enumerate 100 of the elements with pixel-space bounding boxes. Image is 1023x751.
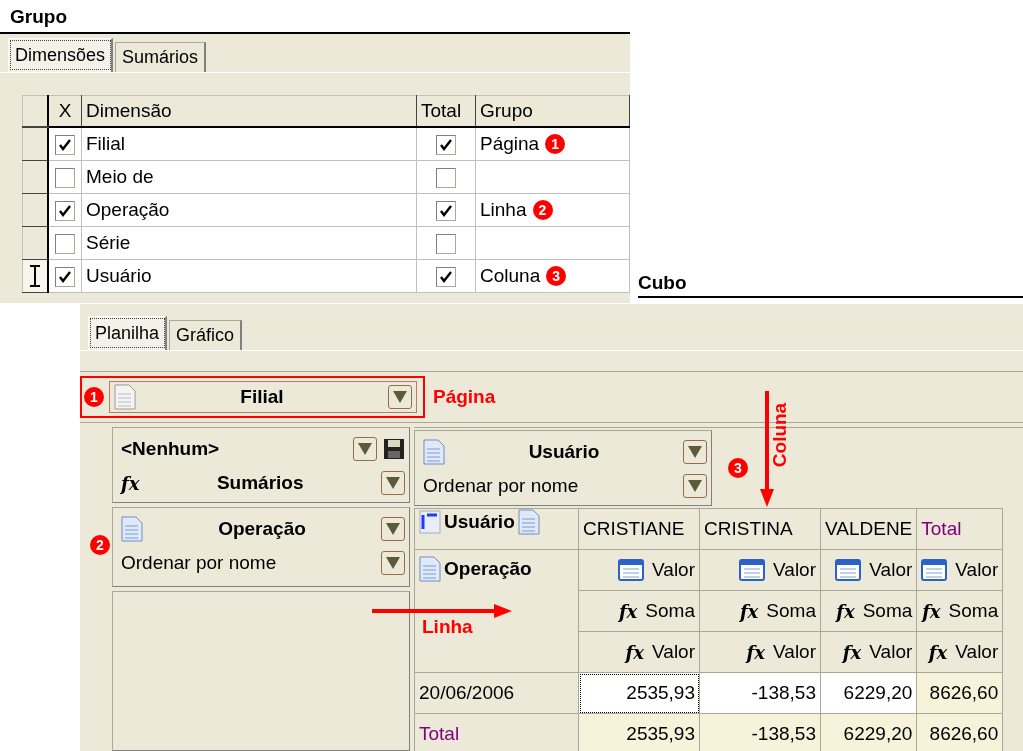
checkbox[interactable] [55,234,75,254]
caret-icon [358,443,372,455]
dropdown-button[interactable] [683,440,707,464]
checkbox[interactable] [55,267,75,287]
function-symbol: fx [922,600,941,622]
field-label: Operação [217,518,307,540]
number-badge: 1 [545,134,566,154]
table-cell: Linha [480,199,527,221]
corner-label: Usuário [444,511,515,533]
dropdown-button[interactable] [388,385,412,409]
function-symbol: fx [746,641,766,663]
column-field[interactable]: Usuário Ordenar por nome [414,430,712,506]
dropdown-button[interactable] [381,517,405,541]
table-cell: Operação [86,199,170,220]
table-cell[interactable]: -138,53 [699,672,821,714]
checkbox[interactable] [436,267,456,287]
summary-value: <Nenhum> [121,438,220,460]
row-selector[interactable] [22,160,48,194]
function-symbol: fx [836,600,855,622]
row-header: Total [419,723,460,744]
function-symbol: fx [842,641,862,663]
table-cell: Usuário [86,265,152,286]
field-label: Filial [239,386,285,408]
tab[interactable]: Sumários [115,42,207,72]
document-icon [114,384,136,410]
number-badge: 3 [728,458,748,478]
table-cell: Meio de [86,166,154,187]
measure-label: Valor [652,559,695,581]
column-header: CRISTINA [704,518,794,540]
table-cell[interactable]: 2535,93 [578,713,700,751]
field-label: Sumários [215,472,305,494]
function-symbol: fx [121,472,140,494]
row-selector[interactable] [22,193,48,227]
measure-label: Soma [948,600,999,622]
document-icon [121,516,143,542]
checkbox[interactable] [55,201,75,221]
checkbox[interactable] [436,201,456,221]
annotation-label: Coluna [769,402,792,468]
dropdown-button[interactable] [381,471,405,495]
document-icon [419,556,441,582]
row-field[interactable]: Operação Ordenar por nome [112,507,410,587]
measure-label: Soma [645,600,695,622]
checkbox[interactable] [436,168,456,188]
tab[interactable]: Gráfico [169,320,243,350]
measure-label: Valor [955,641,999,663]
column-header: X [58,100,72,121]
dropdown-button[interactable] [381,551,405,575]
caret-icon [393,391,407,403]
caret-icon [386,523,400,535]
arrow-icon [372,604,512,618]
table-cell[interactable]: 2535,93 [578,672,700,714]
arrow-icon [760,391,774,507]
checkbox[interactable] [436,135,456,155]
row-selector[interactable] [22,259,48,293]
document-icon [423,439,445,465]
table-cell: Filial [86,133,126,154]
table-icon [739,559,766,581]
measure-label: Valor [869,641,913,663]
caret-icon [386,557,400,569]
sort-label: Ordenar por nome [121,552,278,574]
tab[interactable]: Dimensões [8,38,114,72]
table-cell[interactable]: 6229,20 [820,713,917,751]
measure-label: Valor [773,559,816,581]
table-cell[interactable]: 8626,60 [916,713,1003,751]
caret-icon [688,446,702,458]
table-cell: Coluna [480,265,541,287]
annotation-label: Página [433,386,496,408]
measure-label: Soma [766,600,816,622]
tab[interactable]: Planilha [88,316,168,350]
measure-label: Valor [773,641,816,663]
table-cell[interactable]: 6229,20 [820,672,917,714]
checkbox[interactable] [55,135,75,155]
caret-icon [688,480,702,492]
table-cell[interactable]: 8626,60 [916,672,1003,714]
sort-label: Ordenar por nome [423,475,580,497]
column-header: Grupo [480,100,533,121]
function-symbol: fx [618,600,638,622]
column-axis-icon [419,510,441,534]
row-header: 20/06/2006 [419,682,515,703]
caret-icon [386,477,400,489]
dropdown-button[interactable] [683,474,707,498]
checkbox[interactable] [436,234,456,254]
measure-label: Valor [955,559,999,581]
measure-label: Soma [862,600,913,622]
table-cell: Série [86,232,131,253]
field-label: Usuário [527,441,601,463]
page-field[interactable]: Filial [109,381,417,413]
text-cursor-icon [29,265,41,287]
function-symbol: fx [739,600,759,622]
table-icon [921,559,948,581]
column-header: Total [421,100,462,121]
row-selector[interactable] [22,226,48,260]
measure-label: Valor [869,559,913,581]
dropdown-button[interactable] [353,437,377,461]
checkbox[interactable] [55,168,75,188]
table-cell[interactable]: -138,53 [699,713,821,751]
column-header: CRISTIANE [583,518,686,540]
row-selector[interactable] [22,127,48,161]
function-symbol: fx [625,641,645,663]
table-icon [618,559,645,581]
